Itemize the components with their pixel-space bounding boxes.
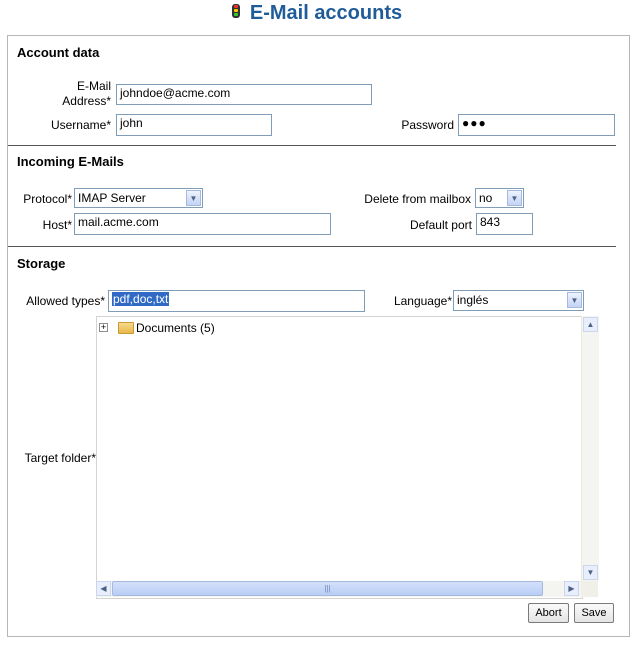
scroll-down-icon[interactable]: ▼ bbox=[583, 565, 598, 580]
email-label: E-Mail Address* bbox=[62, 79, 111, 108]
allowed-types-label: Allowed types* bbox=[26, 294, 105, 308]
password-label: Password bbox=[401, 118, 454, 132]
section-title-storage: Storage bbox=[17, 256, 66, 271]
chevron-down-icon[interactable]: ▼ bbox=[567, 292, 582, 308]
vertical-scrollbar[interactable]: ▲ ▼ bbox=[581, 316, 599, 581]
host-field[interactable]: mail.acme.com bbox=[74, 213, 331, 235]
chevron-down-icon[interactable]: ▼ bbox=[507, 190, 522, 206]
page-title-bar: E-Mail accounts bbox=[0, 2, 634, 25]
target-folder-tree[interactable]: + Documents (5) bbox=[96, 316, 583, 599]
language-select[interactable]: inglés ▼ bbox=[453, 290, 584, 311]
expand-icon[interactable]: + bbox=[99, 323, 108, 332]
username-field[interactable]: john bbox=[116, 114, 272, 136]
delete-from-mailbox-label: Delete from mailbox bbox=[364, 192, 471, 206]
password-field[interactable]: ●●● bbox=[458, 114, 615, 136]
language-label: Language* bbox=[393, 294, 452, 308]
abort-button[interactable]: Abort bbox=[528, 603, 569, 623]
tree-node-label[interactable]: Documents (5) bbox=[136, 321, 215, 335]
delete-from-mailbox-select[interactable]: no ▼ bbox=[475, 188, 524, 208]
scroll-left-icon[interactable]: ◀ bbox=[96, 581, 111, 596]
scrollbar-corner bbox=[581, 581, 598, 597]
target-folder-label: Target folder* bbox=[24, 451, 96, 465]
traffic-light-icon bbox=[231, 4, 240, 18]
scroll-thumb[interactable]: ||| bbox=[112, 581, 543, 596]
default-port-field[interactable]: 843 bbox=[476, 213, 533, 235]
protocol-label: Protocol* bbox=[23, 192, 72, 206]
default-port-label: Default port bbox=[409, 218, 472, 232]
separator bbox=[8, 246, 616, 247]
horizontal-scrollbar[interactable]: ◀ ||| ▶ bbox=[96, 581, 581, 597]
section-title-account: Account data bbox=[17, 45, 100, 60]
host-label: Host* bbox=[42, 218, 72, 232]
chevron-down-icon[interactable]: ▼ bbox=[186, 190, 201, 206]
save-button[interactable]: Save bbox=[574, 603, 614, 623]
username-label: Username* bbox=[50, 118, 111, 132]
scroll-up-icon[interactable]: ▲ bbox=[583, 317, 598, 332]
section-title-incoming: Incoming E-Mails bbox=[17, 154, 124, 169]
selected-text: pdf,doc,txt bbox=[112, 292, 170, 306]
folder-icon bbox=[118, 322, 134, 334]
separator bbox=[8, 145, 616, 146]
scroll-right-icon[interactable]: ▶ bbox=[564, 581, 579, 596]
email-field[interactable]: johndoe@acme.com bbox=[116, 84, 372, 105]
protocol-select[interactable]: IMAP Server ▼ bbox=[74, 188, 203, 208]
allowed-types-field[interactable]: pdf,doc,txt bbox=[108, 290, 365, 312]
page-title: E-Mail accounts bbox=[249, 2, 403, 24]
